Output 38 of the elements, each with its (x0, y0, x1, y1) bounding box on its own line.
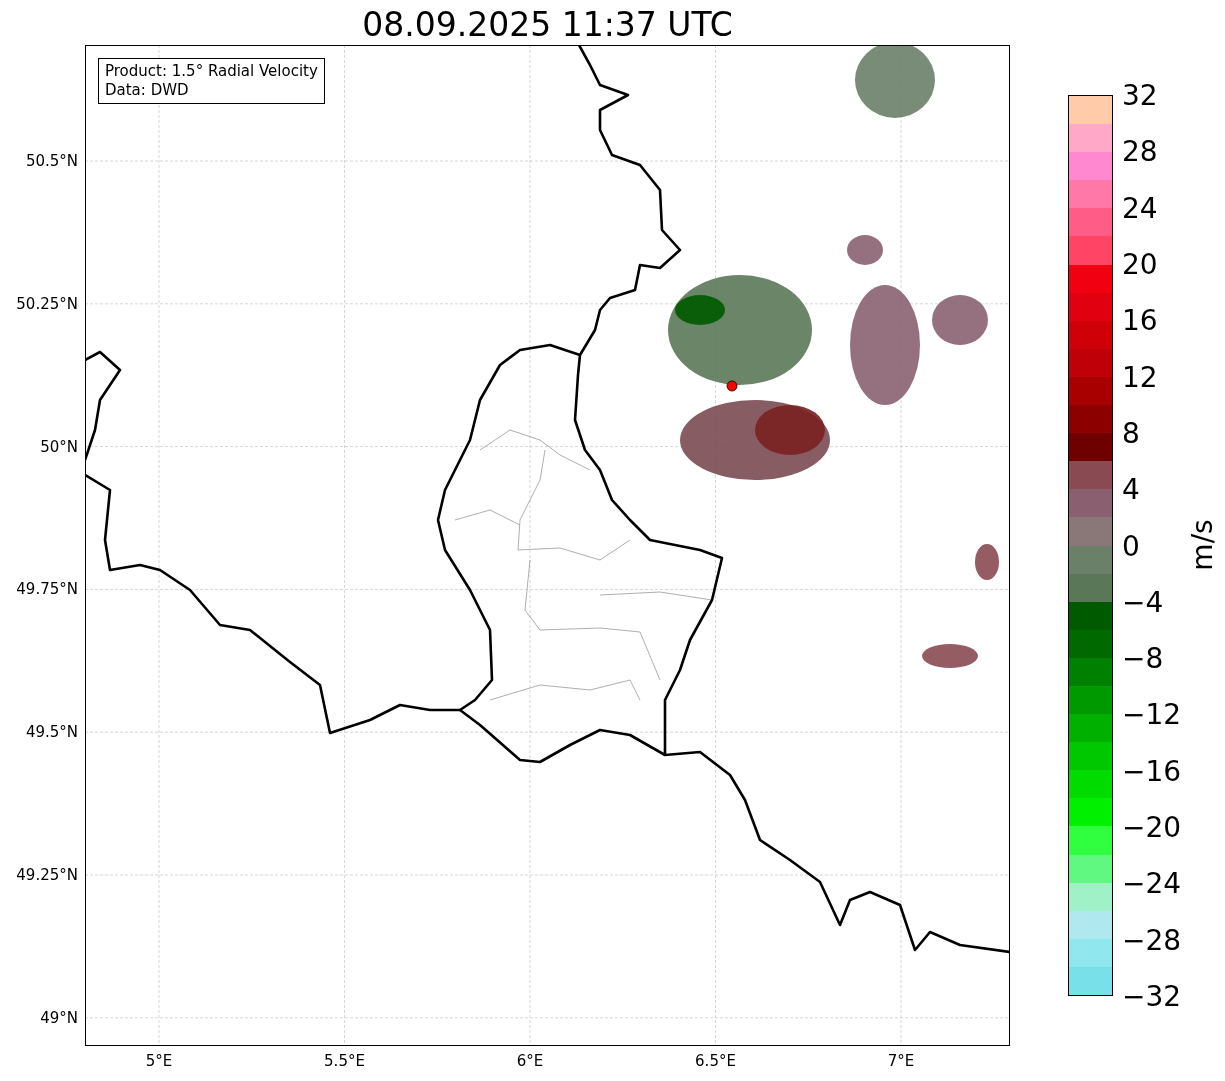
colorbar-tick-label: −28 (1122, 923, 1182, 957)
radar-echo (975, 544, 999, 580)
colorbar-tick-label: 16 (1122, 303, 1158, 337)
y-axis-tick-label: 50.5°N (25, 152, 78, 170)
y-axis-tick-label: 49.75°N (16, 580, 78, 599)
colorbar-tick-label: −32 (1122, 979, 1182, 1013)
y-axis-tick-label: 49.5°N (25, 723, 78, 742)
legend-text: Product: 1.5° Radial Velocity (105, 62, 318, 81)
colorbar-tick-label: 0 (1122, 529, 1140, 562)
x-axis-tick-label: 6°E (516, 1052, 544, 1070)
colorbar-tick-label: −12 (1122, 697, 1182, 731)
colorbar-tick-label: 8 (1122, 416, 1140, 450)
legend-text: Data: DWD (105, 81, 190, 100)
y-axis-tick-label: 50°N (40, 437, 78, 456)
radar-echo (847, 235, 883, 265)
colorbar-tick-label: −16 (1122, 754, 1182, 788)
colorbar-tick-label: 28 (1122, 134, 1158, 168)
x-axis-tick-label: 7°E (887, 1052, 915, 1070)
colorbar-tick-label: 24 (1122, 191, 1158, 225)
radar-echo (922, 644, 978, 668)
x-axis-tick-label: 5°E (145, 1052, 173, 1070)
radar-echo (932, 295, 988, 345)
colorbar-tick-label: −8 (1122, 641, 1164, 675)
y-axis-tick-label: 49.25°N (16, 866, 78, 884)
colorbar-tick-label: 4 (1122, 472, 1140, 506)
colorbar-label: m/s (1185, 519, 1219, 571)
colorbar-tick-label: 20 (1122, 247, 1158, 281)
colorbar-tick-label: 32 (1122, 78, 1158, 112)
y-axis-tick-label: 50.25°N (16, 294, 78, 313)
chart-title: 08.09.2025 11:37 UTC (361, 4, 734, 45)
colorbar-tick-label: −24 (1122, 866, 1182, 900)
colorbar-tick-label: 12 (1122, 360, 1158, 394)
y-axis-tick-label: 49°N (40, 1008, 78, 1027)
colorbar-tick-label: −20 (1122, 810, 1182, 844)
colorbar-tick-label: −4 (1122, 585, 1164, 619)
x-axis-tick-label: 5.5°E (324, 1052, 365, 1070)
x-axis-tick-label: 6.5°E (695, 1052, 736, 1070)
radar-site-marker (726, 380, 738, 392)
